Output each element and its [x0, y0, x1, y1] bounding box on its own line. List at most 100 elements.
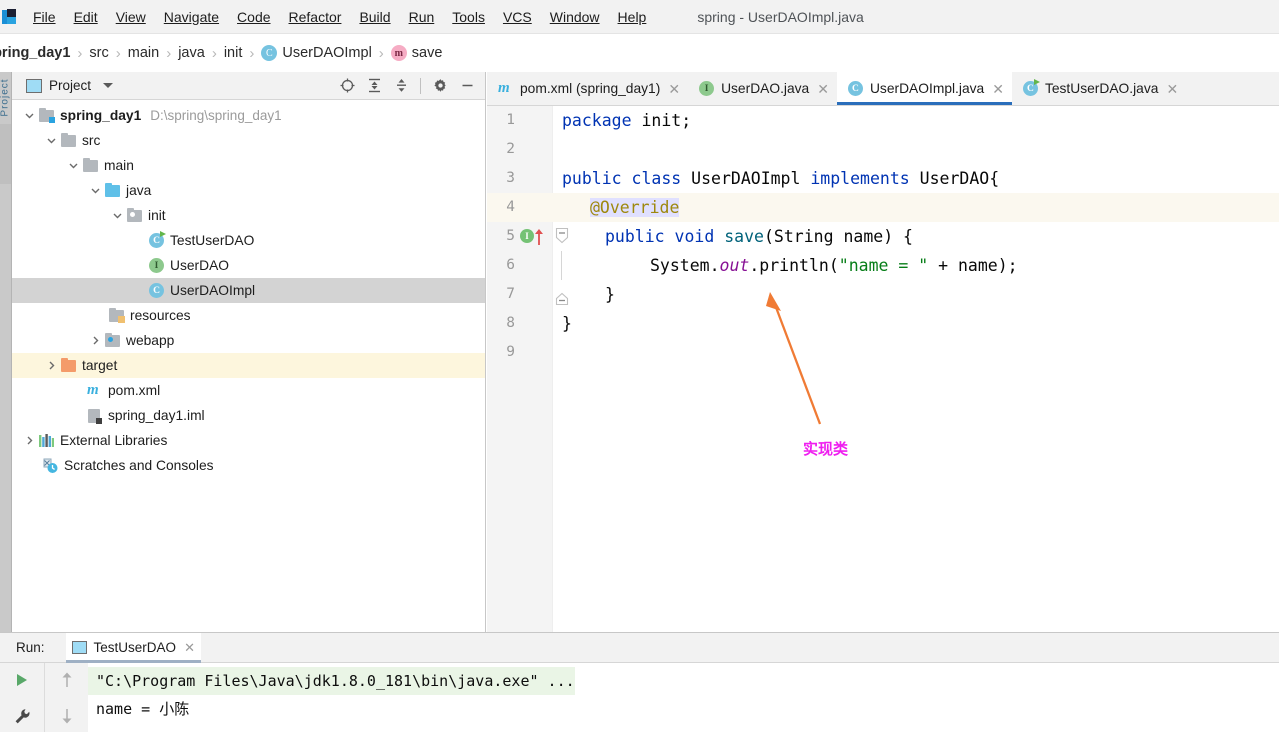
- console-line-command: "C:\Program Files\Java\jdk1.8.0_181\bin\…: [88, 667, 575, 695]
- menu-run[interactable]: Run: [400, 5, 444, 29]
- keyword-void: void: [674, 227, 715, 246]
- rerun-icon[interactable]: [7, 667, 37, 693]
- breadcrumb-item-src[interactable]: src: [89, 45, 108, 61]
- package-name: init;: [631, 111, 692, 130]
- tool-window-button-project[interactable]: [0, 124, 11, 184]
- up-arrow-icon[interactable]: [52, 667, 82, 693]
- implementing-method-icon[interactable]: I: [520, 229, 534, 243]
- editor-tab-label: UserDAO.java: [721, 81, 810, 96]
- tree-row-pom-xml[interactable]: m pom.xml: [12, 378, 485, 403]
- line-number: 6: [506, 257, 515, 273]
- menu-edit-label: Edit: [73, 8, 98, 25]
- close-icon[interactable]: ✕: [817, 82, 829, 96]
- tree-row-resources[interactable]: resources: [12, 303, 485, 328]
- menu-vcs-label: VCS: [502, 8, 532, 25]
- tree-row-testuserdao[interactable]: C TestUserDAO: [12, 228, 485, 253]
- menu-help[interactable]: Help: [609, 5, 656, 29]
- tree-row-init[interactable]: init: [12, 203, 485, 228]
- menu-navigate[interactable]: Navigate: [155, 5, 228, 29]
- class-icon: C: [847, 80, 864, 97]
- close-icon[interactable]: ✕: [184, 640, 195, 656]
- keyword-public: public: [605, 227, 665, 246]
- chevron-down-icon[interactable]: [103, 83, 114, 88]
- expand-all-icon[interactable]: [362, 75, 386, 97]
- collapse-all-icon[interactable]: [389, 75, 413, 97]
- project-panel-title: Project: [49, 78, 92, 93]
- tree-label: resources: [130, 308, 191, 323]
- breadcrumb-label-main: main: [127, 45, 160, 61]
- tree-row-src[interactable]: src: [12, 128, 485, 153]
- menu-code[interactable]: Code: [228, 5, 279, 29]
- menu-view[interactable]: View: [107, 5, 155, 29]
- menu-refactor[interactable]: Refactor: [280, 5, 351, 29]
- menu-view-label: View: [115, 8, 146, 25]
- menu-tools[interactable]: Tools: [443, 5, 494, 29]
- gear-icon[interactable]: [428, 75, 452, 97]
- tree-row-spring-day1[interactable]: spring_day1 D:\spring\spring_day1: [12, 103, 485, 128]
- breadcrumb-item-java[interactable]: java: [178, 45, 205, 61]
- tree-label: main: [104, 158, 134, 173]
- code-line-9: 9: [487, 338, 1279, 367]
- breadcrumb-label-class: UserDAOImpl: [282, 45, 372, 61]
- tree-label: TestUserDAO: [170, 233, 255, 248]
- run-panel-label: Run:: [16, 640, 45, 655]
- chevron-down-icon[interactable]: [86, 182, 104, 200]
- editor-tab-testuserdao[interactable]: C TestUserDAO.java ✕: [1011, 72, 1187, 105]
- method-params: (String name) {: [763, 227, 913, 246]
- run-side-col-secondary: [44, 663, 88, 732]
- code-editor[interactable]: 1 package init; 2 3 public class UserDAO…: [487, 106, 1279, 632]
- breadcrumb-item-main[interactable]: main: [128, 45, 159, 61]
- project-window-icon: [26, 78, 42, 93]
- editor-tab-label: TestUserDAO.java: [1044, 81, 1159, 96]
- menu-vcs[interactable]: VCS: [494, 5, 541, 29]
- close-icon[interactable]: ✕: [992, 82, 1004, 96]
- chevron-down-icon[interactable]: [108, 207, 126, 225]
- chevron-down-icon[interactable]: [42, 132, 60, 150]
- menu-edit[interactable]: Edit: [65, 5, 107, 29]
- maven-icon: m: [87, 382, 99, 398]
- breadcrumb-item-init[interactable]: init: [224, 45, 243, 61]
- editor-tab-pom-xml[interactable]: m pom.xml (spring_day1) ✕: [487, 72, 689, 105]
- string-literal: "name = ": [838, 256, 929, 275]
- editor-tab-label: pom.xml (spring_day1): [520, 81, 661, 96]
- menu-build[interactable]: Build: [350, 5, 399, 29]
- breadcrumb-item-class[interactable]: C UserDAOImpl: [261, 45, 372, 61]
- chevron-down-icon[interactable]: [20, 107, 38, 125]
- tree-row-target[interactable]: target: [12, 353, 485, 378]
- editor-tab-userdao[interactable]: I UserDAO.java ✕: [688, 72, 837, 105]
- run-console-output[interactable]: "C:\Program Files\Java\jdk1.8.0_181\bin\…: [88, 663, 1279, 732]
- chevron-right-icon[interactable]: [20, 432, 38, 450]
- close-icon[interactable]: ✕: [668, 82, 680, 96]
- tree-row-scratches[interactable]: Scratches and Consoles: [12, 453, 485, 478]
- chevron-down-icon[interactable]: [64, 157, 82, 175]
- tree-row-userdao[interactable]: I UserDAO: [12, 253, 485, 278]
- tree-row-java[interactable]: java: [12, 178, 485, 203]
- locate-icon[interactable]: [335, 75, 359, 97]
- menu-window[interactable]: Window: [541, 5, 609, 29]
- chevron-right-icon[interactable]: [86, 332, 104, 350]
- down-arrow-icon[interactable]: [52, 703, 82, 729]
- tree-row-external-libraries[interactable]: External Libraries: [12, 428, 485, 453]
- breadcrumb-item-project[interactable]: spring_day1: [0, 45, 70, 61]
- wrench-icon[interactable]: [7, 703, 37, 729]
- project-tool-window: Project spring_day1 D:\spring\spring_day…: [12, 72, 486, 632]
- project-panel-header: Project: [12, 72, 485, 100]
- breadcrumb-item-method[interactable]: m save: [390, 45, 442, 61]
- tree-path: D:\spring\spring_day1: [150, 108, 282, 123]
- editor-tab-userdaoimpl[interactable]: C UserDAOImpl.java ✕: [836, 72, 1012, 105]
- minimize-icon[interactable]: [455, 75, 479, 97]
- close-icon[interactable]: ✕: [1166, 82, 1178, 96]
- tree-row-userdaoimpl[interactable]: C UserDAOImpl: [12, 278, 485, 303]
- tree-row-main[interactable]: main: [12, 153, 485, 178]
- code-line-7: 7 }: [487, 280, 1279, 309]
- tree-row-webapp[interactable]: webapp: [12, 328, 485, 353]
- tree-row-iml[interactable]: spring_day1.iml: [12, 403, 485, 428]
- run-tab-testuserdao[interactable]: TestUserDAO ✕: [65, 632, 202, 663]
- keyword-implements: implements: [810, 169, 910, 188]
- chevron-right-icon[interactable]: [42, 357, 60, 375]
- menu-run-label: Run: [408, 8, 435, 25]
- menu-file[interactable]: File: [24, 5, 65, 29]
- left-tool-strip[interactable]: Project: [0, 72, 12, 632]
- editor-area: m pom.xml (spring_day1) ✕ I UserDAO.java…: [487, 72, 1279, 632]
- line-number: 9: [506, 344, 515, 360]
